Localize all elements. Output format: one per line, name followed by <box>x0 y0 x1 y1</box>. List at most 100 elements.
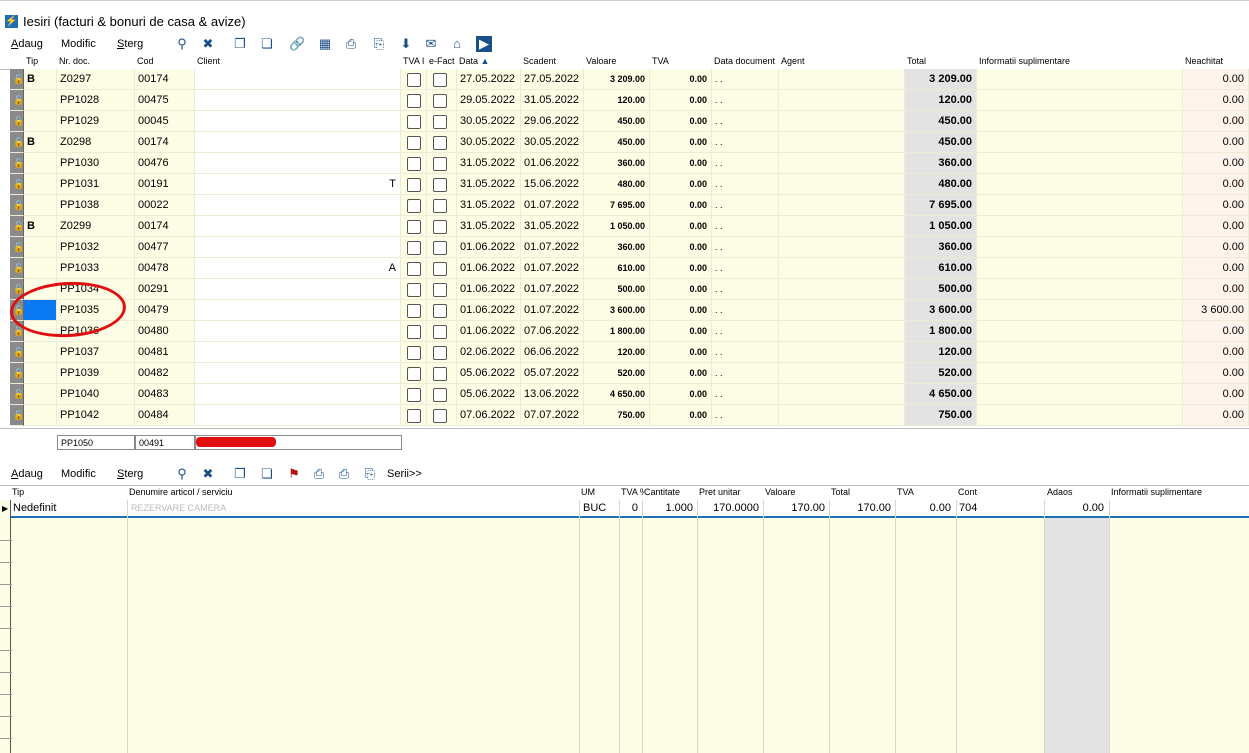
client-code[interactable]: 00174 <box>135 69 195 90</box>
extra-info[interactable] <box>977 111 1183 132</box>
unpaid[interactable]: 0.00 <box>1183 111 1249 132</box>
document-date[interactable]: . . <box>712 363 779 384</box>
document-date[interactable]: . . <box>712 153 779 174</box>
filter-nr-doc[interactable]: PP1050 <box>57 435 135 450</box>
unpaid[interactable]: 0.00 <box>1183 384 1249 405</box>
client-name[interactable] <box>195 384 401 405</box>
header-e-fact[interactable]: e-Fact <box>427 55 459 69</box>
efact-checkbox[interactable] <box>433 262 447 276</box>
client-name[interactable] <box>195 153 401 174</box>
client-code[interactable]: 00479 <box>135 300 195 321</box>
unpaid[interactable]: 3 600.00 <box>1183 300 1249 321</box>
vat[interactable]: 0.00 <box>650 174 712 195</box>
client-name[interactable] <box>195 90 401 111</box>
doc-number[interactable]: PP1038 <box>57 195 135 216</box>
vat[interactable]: 0.00 <box>650 279 712 300</box>
table-row[interactable]: 🔓 PP1042 00484 07.06.2022 07.07.2022 750.00 0.… <box>0 405 1249 426</box>
print-icon[interactable]: ⎙ <box>311 466 327 482</box>
header-total[interactable]: Total <box>905 55 977 69</box>
document-date[interactable]: . . <box>712 279 779 300</box>
due-date[interactable]: 07.07.2022 <box>521 405 584 426</box>
vat[interactable]: 0.00 <box>650 363 712 384</box>
doc-number[interactable]: PP1040 <box>57 384 135 405</box>
tva-i-checkbox[interactable] <box>407 94 421 108</box>
table-row[interactable]: 🔓 PP1040 00483 05.06.2022 13.06.2022 4 650.00… <box>0 384 1249 405</box>
doc-date[interactable]: 30.05.2022 <box>457 111 521 132</box>
vat[interactable]: 0.00 <box>650 405 712 426</box>
vat[interactable]: 0.00 <box>650 300 712 321</box>
vat[interactable]: 0.00 <box>650 258 712 279</box>
client-code[interactable]: 00045 <box>135 111 195 132</box>
total[interactable]: 1 050.00 <box>905 216 977 237</box>
series-button[interactable]: Serii>> <box>387 468 422 480</box>
header-line-cont[interactable]: Cont <box>956 486 1046 500</box>
line-tva-pct[interactable]: 0 <box>619 500 642 516</box>
document-date[interactable]: . . <box>712 132 779 153</box>
agent[interactable] <box>779 342 905 363</box>
edit-line-button[interactable]: Modific <box>61 468 96 480</box>
document-date[interactable]: . . <box>712 90 779 111</box>
tva-i-checkbox[interactable] <box>407 388 421 402</box>
efact-checkbox[interactable] <box>433 304 447 318</box>
agent[interactable] <box>779 69 905 90</box>
due-date[interactable]: 01.07.2022 <box>521 258 584 279</box>
due-date[interactable]: 05.07.2022 <box>521 363 584 384</box>
due-date[interactable]: 13.06.2022 <box>521 384 584 405</box>
doc-number[interactable]: PP1030 <box>57 153 135 174</box>
doc-date[interactable]: 31.05.2022 <box>457 153 521 174</box>
total[interactable]: 3 600.00 <box>905 300 977 321</box>
agent[interactable] <box>779 132 905 153</box>
header-data[interactable]: Data ▲ <box>457 55 523 69</box>
doc-number[interactable]: PP1037 <box>57 342 135 363</box>
vat[interactable]: 0.00 <box>650 153 712 174</box>
agent[interactable] <box>779 216 905 237</box>
extra-info[interactable] <box>977 90 1183 111</box>
total[interactable]: 1 800.00 <box>905 321 977 342</box>
client-name[interactable]: A <box>195 258 401 279</box>
doc-number[interactable]: Z0298 <box>57 132 135 153</box>
client-code[interactable]: 00476 <box>135 153 195 174</box>
due-date[interactable]: 07.06.2022 <box>521 321 584 342</box>
doc-date[interactable]: 31.05.2022 <box>457 195 521 216</box>
extra-info[interactable] <box>977 405 1183 426</box>
doc-date[interactable]: 05.06.2022 <box>457 384 521 405</box>
vat[interactable]: 0.00 <box>650 111 712 132</box>
table-row[interactable]: 🔓 PP1033 00478 A 01.06.2022 01.07.2022 610.00 0… <box>0 258 1249 279</box>
total[interactable]: 360.00 <box>905 153 977 174</box>
header-line-pret[interactable]: Pret unitar <box>697 486 765 500</box>
filter-cod[interactable]: 00491 <box>135 435 195 450</box>
efact-checkbox[interactable] <box>433 388 447 402</box>
client-name[interactable]: T <box>195 174 401 195</box>
vat[interactable]: 0.00 <box>650 132 712 153</box>
value[interactable]: 750.00 <box>584 405 650 426</box>
total[interactable]: 450.00 <box>905 132 977 153</box>
extra-info[interactable] <box>977 384 1183 405</box>
doc-number[interactable]: PP1029 <box>57 111 135 132</box>
value[interactable]: 360.00 <box>584 237 650 258</box>
add-line-button[interactable]: Adaug <box>11 468 43 480</box>
header-cod[interactable]: Cod <box>135 55 195 69</box>
doc-type[interactable] <box>24 363 57 384</box>
efact-checkbox[interactable] <box>433 367 447 381</box>
table-row[interactable]: 🔓 PP1031 00191 T 31.05.2022 15.06.2022 480.00 0… <box>0 174 1249 195</box>
total[interactable]: 750.00 <box>905 405 977 426</box>
header-line-tva-pct[interactable]: TVA % <box>619 486 644 500</box>
doc-number[interactable]: PP1028 <box>57 90 135 111</box>
total[interactable]: 120.00 <box>905 342 977 363</box>
doc-number[interactable]: PP1035 <box>57 300 135 321</box>
value[interactable]: 120.00 <box>584 90 650 111</box>
total[interactable]: 520.00 <box>905 363 977 384</box>
value[interactable]: 120.00 <box>584 342 650 363</box>
agent[interactable] <box>779 279 905 300</box>
extra-info[interactable] <box>977 321 1183 342</box>
client-code[interactable]: 00477 <box>135 237 195 258</box>
client-code[interactable]: 00478 <box>135 258 195 279</box>
client-code[interactable]: 00484 <box>135 405 195 426</box>
doc-type[interactable] <box>24 174 57 195</box>
client-name[interactable] <box>195 321 401 342</box>
doc-number[interactable]: Z0297 <box>57 69 135 90</box>
value[interactable]: 450.00 <box>584 132 650 153</box>
doc-type[interactable]: B <box>24 216 57 237</box>
document-date[interactable]: . . <box>712 258 779 279</box>
client-name[interactable] <box>195 216 401 237</box>
